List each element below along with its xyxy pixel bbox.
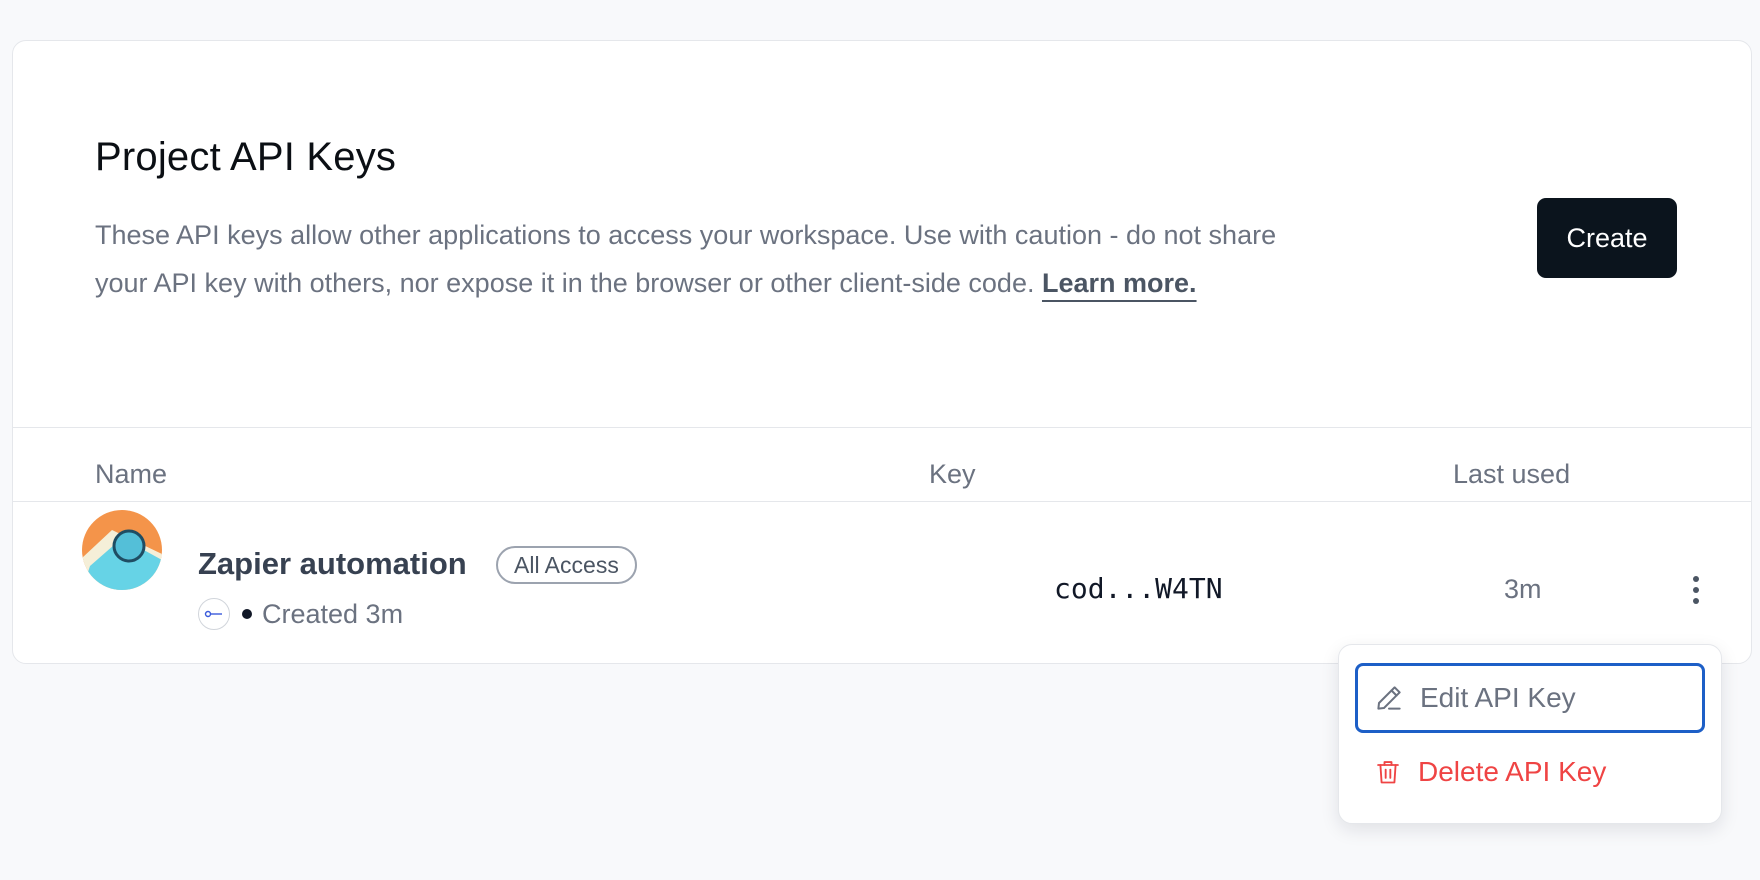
avatar xyxy=(82,510,162,590)
pencil-icon xyxy=(1377,686,1401,710)
section-description: These API keys allow other applications … xyxy=(95,211,1335,307)
divider xyxy=(13,427,1751,428)
edit-api-key-menu-item[interactable]: Edit API Key xyxy=(1355,663,1705,733)
avatar-illustration-icon xyxy=(82,510,162,590)
kebab-dot-icon xyxy=(1693,576,1699,582)
menu-item-label: Delete API Key xyxy=(1418,756,1607,787)
column-header-name: Name xyxy=(95,459,168,489)
page-title: Project API Keys xyxy=(95,135,397,179)
row-actions-menu: Edit API Key Delete API Key xyxy=(1338,644,1722,824)
trash-icon xyxy=(1377,761,1399,784)
access-badge: All Access xyxy=(496,546,637,584)
more-options-button[interactable] xyxy=(1680,570,1712,610)
last-used-value: 3m xyxy=(1504,574,1542,604)
bullet-separator xyxy=(242,609,252,619)
divider xyxy=(13,501,1751,502)
created-info: Created 3m xyxy=(198,598,403,630)
column-header-key: Key xyxy=(929,459,976,489)
api-key-value: cod...W4TN xyxy=(1054,572,1223,605)
kebab-dot-icon xyxy=(1693,587,1699,593)
delete-api-key-menu-item[interactable]: Delete API Key xyxy=(1355,737,1705,807)
kebab-dot-icon xyxy=(1693,598,1699,604)
column-header-last-used: Last used xyxy=(1453,459,1571,489)
created-text: Created 3m xyxy=(262,598,404,629)
api-key-name: Zapier automation xyxy=(198,546,467,581)
menu-item-label: Edit API Key xyxy=(1420,682,1576,713)
learn-more-link[interactable]: Learn more. xyxy=(1042,268,1197,298)
creator-key-icon xyxy=(198,598,230,630)
create-button[interactable]: Create xyxy=(1537,198,1677,278)
